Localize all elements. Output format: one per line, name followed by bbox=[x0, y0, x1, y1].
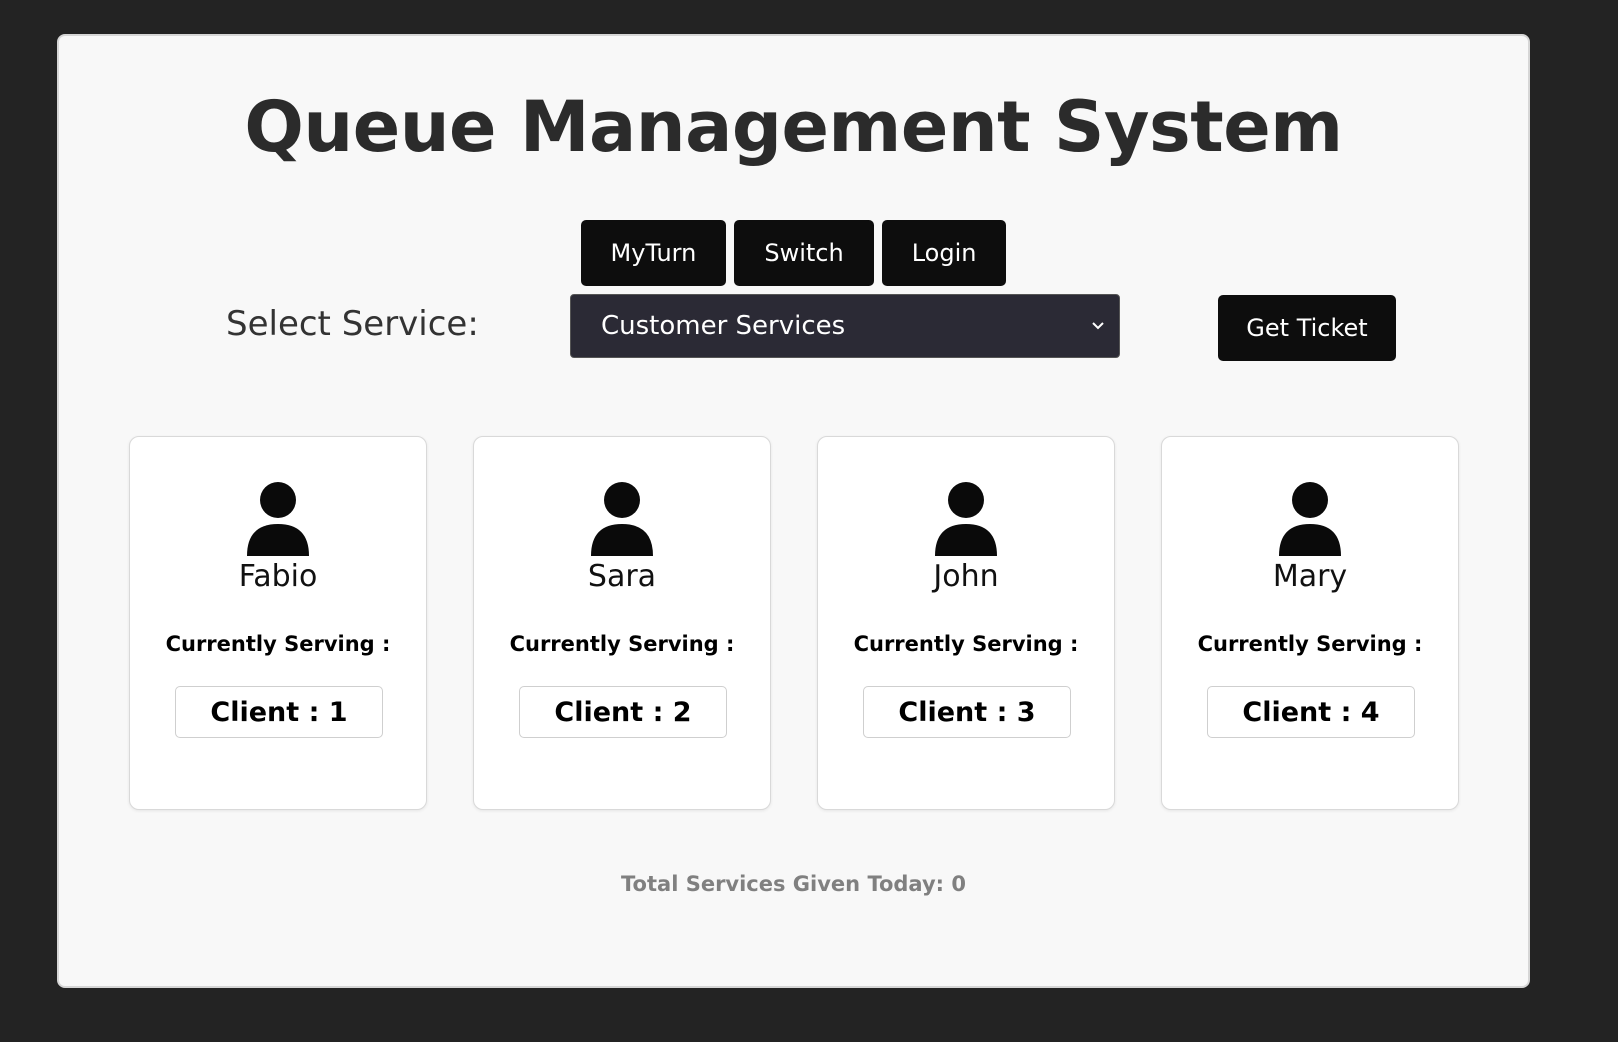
current-client: Client : 3 bbox=[863, 686, 1071, 738]
user-silhouette-icon bbox=[1279, 482, 1341, 556]
select-service-label: Select Service: bbox=[226, 304, 479, 344]
agent-name: Sara bbox=[587, 559, 657, 594]
currently-serving-label: Currently Serving : bbox=[853, 632, 1079, 656]
service-select-value: Customer Services bbox=[601, 311, 846, 341]
agent-name: John bbox=[933, 559, 999, 594]
user-silhouette-icon bbox=[247, 482, 309, 556]
currently-serving-label: Currently Serving : bbox=[509, 632, 735, 656]
currently-serving-label: Currently Serving : bbox=[1197, 632, 1423, 656]
agent-card: Fabio Currently Serving : Client : 1 bbox=[129, 436, 427, 810]
agent-card: Mary Currently Serving : Client : 4 bbox=[1161, 436, 1459, 810]
myturn-button[interactable]: MyTurn bbox=[580, 220, 727, 286]
agent-name: Mary bbox=[1272, 559, 1348, 594]
total-services-text: Total Services Given Today: 0 bbox=[621, 872, 966, 896]
chevron-down-icon bbox=[1092, 322, 1104, 330]
service-select[interactable]: Customer Services bbox=[570, 294, 1120, 358]
agent-cards: Fabio Currently Serving : Client : 1 Sar… bbox=[129, 436, 1459, 810]
agent-name: Fabio bbox=[238, 559, 318, 594]
agent-card: Sara Currently Serving : Client : 2 bbox=[473, 436, 771, 810]
user-silhouette-icon bbox=[591, 482, 653, 556]
main-panel: Queue Management System MyTurn Switch Lo… bbox=[57, 34, 1530, 988]
current-client: Client : 1 bbox=[175, 686, 383, 738]
currently-serving-label: Currently Serving : bbox=[165, 632, 391, 656]
login-button[interactable]: Login bbox=[881, 220, 1007, 286]
current-client: Client : 2 bbox=[519, 686, 727, 738]
page-title: Queue Management System bbox=[244, 86, 1343, 168]
top-button-group: MyTurn Switch Login bbox=[59, 220, 1528, 286]
switch-button[interactable]: Switch bbox=[734, 220, 874, 286]
get-ticket-button[interactable]: Get Ticket bbox=[1218, 295, 1396, 361]
agent-card: John Currently Serving : Client : 3 bbox=[817, 436, 1115, 810]
user-silhouette-icon bbox=[935, 482, 997, 556]
current-client: Client : 4 bbox=[1207, 686, 1415, 738]
